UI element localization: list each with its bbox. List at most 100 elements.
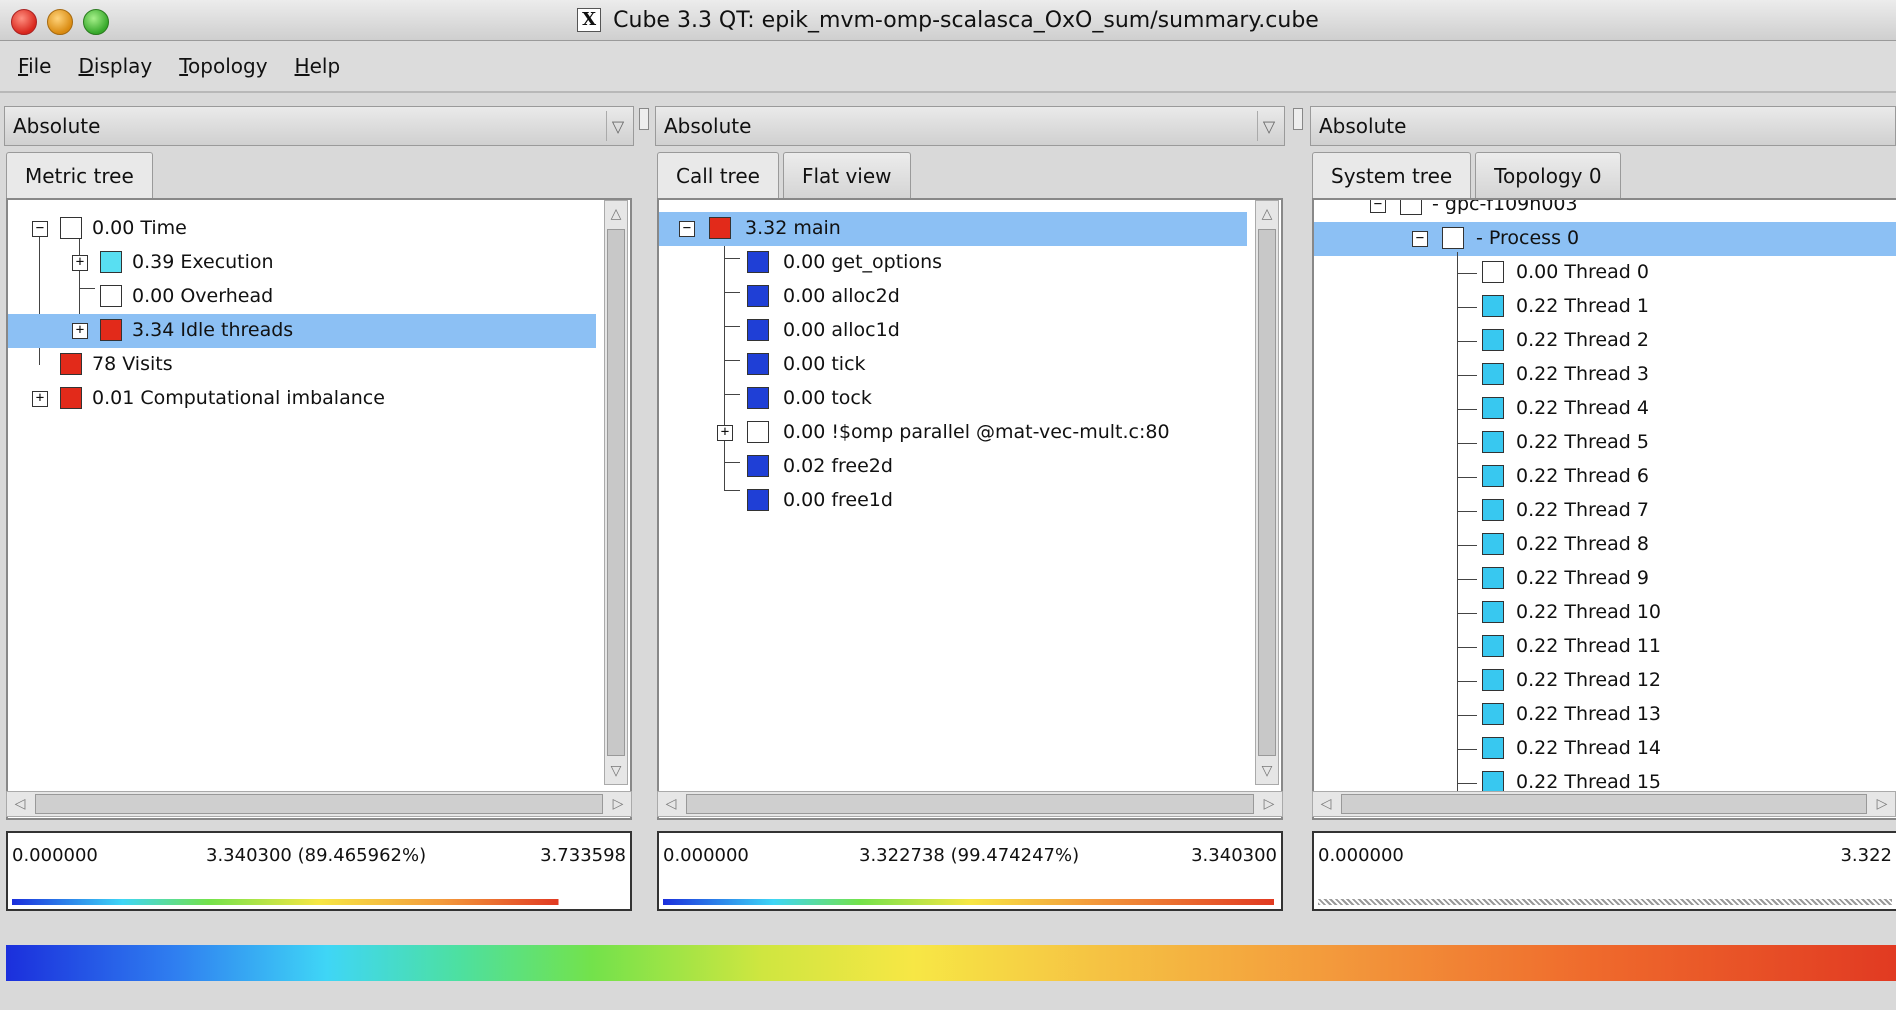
dropdown-arrow-icon[interactable]: ▽ — [1257, 111, 1280, 141]
tree-connector — [1457, 681, 1477, 682]
thread-label: 0.22 Thread 3 — [1516, 363, 1649, 385]
system-row-thread[interactable]: 0.22 Thread 9 — [1314, 562, 1896, 596]
tab-flat-view[interactable]: Flat view — [782, 152, 911, 199]
call-row-get-options[interactable]: 0.00 get_options — [659, 246, 1281, 280]
system-row-thread[interactable]: 0.22 Thread 1 — [1314, 290, 1896, 324]
expand-icon[interactable]: + — [72, 255, 88, 271]
system-row-thread[interactable]: 0.22 Thread 5 — [1314, 426, 1896, 460]
tree-connector — [1457, 579, 1477, 580]
color-square-icon — [1482, 499, 1504, 521]
metric-row-execution[interactable]: + 0.39 Execution — [8, 246, 630, 280]
color-square-icon — [1442, 227, 1464, 249]
menu-topology[interactable]: Topology — [179, 54, 267, 78]
color-square-icon — [1482, 397, 1504, 419]
metric-row-idle-threads[interactable]: + 3.34 Idle threads — [8, 314, 596, 348]
collapse-icon[interactable]: − — [1370, 200, 1386, 213]
tab-system-tree[interactable]: System tree — [1312, 152, 1472, 201]
range-min: 0.000000 — [663, 845, 749, 866]
scroll-right-icon: ▷ — [612, 796, 624, 812]
range-color-bar — [663, 899, 1277, 905]
system-tree: − - gpc-f109n003 − - Process 0 0.00 Thre… — [1312, 198, 1896, 820]
system-row-thread[interactable]: 0.22 Thread 7 — [1314, 494, 1896, 528]
metric-row-visits[interactable]: 78 Visits — [8, 348, 630, 382]
system-row-thread[interactable]: 0.22 Thread 6 — [1314, 460, 1896, 494]
tree-connector — [1457, 273, 1477, 274]
thread-label: 0.22 Thread 14 — [1516, 737, 1661, 759]
system-row-thread[interactable]: 0.00 Thread 0 — [1314, 256, 1896, 290]
thread-label: 0.00 Thread 0 — [1516, 261, 1649, 283]
system-value-mode-select[interactable]: Absolute — [1310, 106, 1896, 146]
system-row-node[interactable]: − - gpc-f109n003 — [1314, 200, 1896, 222]
system-row-process-0[interactable]: − - Process 0 — [1314, 222, 1896, 256]
call-value-mode-select[interactable]: Absolute ▽ — [655, 106, 1285, 146]
system-row-thread[interactable]: 0.22 Thread 2 — [1314, 324, 1896, 358]
system-row-thread[interactable]: 0.22 Thread 12 — [1314, 664, 1896, 698]
call-row-main[interactable]: − 3.32 main — [659, 212, 1247, 246]
tree-connector — [1457, 341, 1477, 342]
call-row-tock[interactable]: 0.00 tock — [659, 382, 1281, 416]
color-square-icon — [1482, 295, 1504, 317]
scroll-down-icon: ▽ — [1261, 763, 1273, 779]
tab-topology-0[interactable]: Topology 0 — [1475, 152, 1621, 199]
color-square-icon — [1482, 703, 1504, 725]
expand-icon[interactable]: + — [32, 391, 48, 407]
metric-row-computational-imbalance[interactable]: + 0.01 Computational imbalance — [8, 382, 630, 416]
call-row-omp-parallel[interactable]: + 0.00 !$omp parallel @mat-vec-mult.c:80 — [659, 416, 1281, 450]
metric-row-overhead[interactable]: 0.00 Overhead — [8, 280, 630, 314]
color-square-icon — [747, 489, 769, 511]
call-vertical-scrollbar[interactable]: △ ▽ — [1255, 200, 1279, 785]
system-horizontal-scrollbar[interactable]: ◁ ▷ — [1312, 791, 1896, 817]
system-row-thread[interactable]: 0.22 Thread 14 — [1314, 732, 1896, 766]
pane-splitter[interactable] — [1292, 100, 1303, 945]
color-square-icon — [1400, 200, 1422, 215]
system-row-thread[interactable]: 0.22 Thread 4 — [1314, 392, 1896, 426]
thread-label: 0.22 Thread 9 — [1516, 567, 1649, 589]
tree-connector — [1457, 715, 1477, 716]
title-bar: X Cube 3.3 QT: epik_mvm-omp-scalasca_OxO… — [0, 0, 1896, 41]
menu-help[interactable]: Help — [295, 54, 341, 78]
dropdown-arrow-icon[interactable]: ▽ — [606, 111, 629, 141]
color-square-icon — [100, 285, 122, 307]
menu-file[interactable]: File — [18, 54, 51, 78]
system-row-thread[interactable]: 0.22 Thread 8 — [1314, 528, 1896, 562]
call-value-range: 0.000000 3.322738 (99.474247%) 3.340300 — [657, 831, 1283, 911]
call-row-free1d[interactable]: 0.00 free1d — [659, 484, 1281, 518]
collapse-icon[interactable]: − — [679, 221, 695, 237]
thread-label: 0.22 Thread 4 — [1516, 397, 1649, 419]
tree-connector — [1457, 647, 1477, 648]
call-row-tick[interactable]: 0.00 tick — [659, 348, 1281, 382]
range-hatched-bar — [1318, 899, 1892, 905]
tab-call-tree[interactable]: Call tree — [657, 152, 779, 201]
metric-value-mode-select[interactable]: Absolute ▽ — [4, 106, 634, 146]
call-horizontal-scrollbar[interactable]: ◁ ▷ — [657, 791, 1283, 817]
metric-vertical-scrollbar[interactable]: △ ▽ — [604, 200, 628, 785]
scroll-left-icon: ◁ — [1320, 796, 1332, 812]
system-row-thread[interactable]: 0.22 Thread 13 — [1314, 698, 1896, 732]
expand-icon[interactable]: + — [717, 425, 733, 441]
system-row-thread[interactable]: 0.22 Thread 3 — [1314, 358, 1896, 392]
call-row-free2d[interactable]: 0.02 free2d — [659, 450, 1281, 484]
call-row-alloc2d[interactable]: 0.00 alloc2d — [659, 280, 1281, 314]
color-square-icon — [1482, 771, 1504, 793]
pane-splitter[interactable] — [638, 100, 649, 945]
collapse-icon[interactable]: − — [32, 221, 48, 237]
color-square-icon — [1482, 431, 1504, 453]
menu-display[interactable]: Display — [78, 54, 152, 78]
color-square-icon — [1482, 669, 1504, 691]
collapse-icon[interactable]: − — [1412, 231, 1428, 247]
range-selected: 3.340300 (89.465962%) — [206, 845, 427, 866]
scroll-right-icon: ▷ — [1876, 796, 1888, 812]
system-row-thread[interactable]: 0.22 Thread 11 — [1314, 630, 1896, 664]
thread-label: 0.22 Thread 10 — [1516, 601, 1661, 623]
thread-label: 0.22 Thread 5 — [1516, 431, 1649, 453]
metric-horizontal-scrollbar[interactable]: ◁ ▷ — [6, 791, 632, 817]
tree-connector — [1457, 409, 1477, 410]
system-row-thread[interactable]: 0.22 Thread 10 — [1314, 596, 1896, 630]
expand-icon[interactable]: + — [72, 323, 88, 339]
thread-label: 0.22 Thread 8 — [1516, 533, 1649, 555]
call-row-alloc1d[interactable]: 0.00 alloc1d — [659, 314, 1281, 348]
color-square-icon — [1482, 601, 1504, 623]
tree-connector — [1457, 613, 1477, 614]
metric-row-time[interactable]: − 0.00 Time — [8, 212, 630, 246]
tab-metric-tree[interactable]: Metric tree — [6, 152, 153, 201]
